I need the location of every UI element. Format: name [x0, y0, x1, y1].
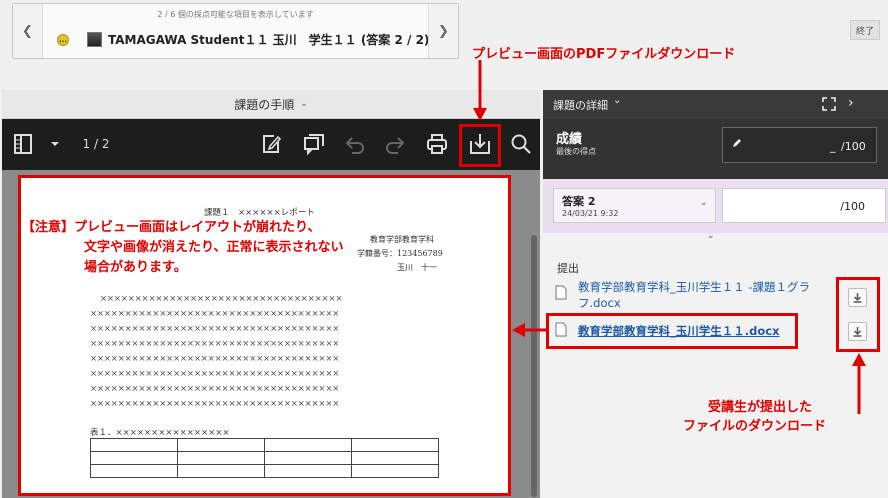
file-name-line-1: 教育学部教育学科_玉川学生１１ -課題１グラ	[578, 280, 811, 294]
student-name: TAMAGAWA Student１１ 玉川 学生１１ (答案 2 / 2)	[108, 33, 430, 47]
chevron-left-icon[interactable]: ❮	[13, 4, 43, 58]
grade-value: _	[830, 140, 836, 153]
chevron-right-icon[interactable]: ›	[848, 95, 854, 111]
pencil-icon	[731, 137, 743, 152]
attempt-date: 24/03/21 9:32	[562, 209, 619, 218]
file-highlight	[546, 313, 798, 349]
student-download-line-1: 受講生が提出した	[708, 400, 813, 415]
details-title[interactable]: 課題の詳細	[553, 97, 608, 113]
pdf-download-annotation: プレビュー画面のPDFファイルダウンロード	[472, 47, 736, 62]
grade-section: 成績 最後の得点 _ /100	[543, 119, 888, 179]
download-buttons-highlight	[836, 277, 880, 352]
attempt-grade-input[interactable]: /100	[722, 188, 886, 223]
chevron-down-icon[interactable]: ⌄	[707, 231, 715, 241]
instructions-header[interactable]: 課題の手順 ⌄	[2, 90, 540, 119]
preview-warning-note: 【注意】プレビュー画面はレイアウトが崩れたり、 文字や画像が消えたり、正常に表示…	[22, 218, 343, 278]
submission-label: 提出	[557, 262, 579, 275]
student-download-line-2: ファイルのダウンロード	[683, 419, 827, 434]
instructions-title: 課題の手順	[234, 97, 295, 112]
details-header: 課題の詳細 ⌄ ›	[543, 90, 888, 119]
end-button[interactable]: 終了	[850, 20, 880, 40]
caret-down-icon[interactable]	[40, 129, 70, 159]
expand-icon[interactable]	[821, 96, 837, 115]
grade-subtitle: 最後の得点	[556, 147, 596, 156]
chevron-down-icon: ⌄	[700, 198, 708, 208]
submission-file-link-1[interactable]: 教育学部教育学科_玉川学生１１ -課題１グラ フ.docx	[578, 279, 828, 311]
print-icon[interactable]	[422, 129, 452, 159]
attempt-select[interactable]: 答案 2 24/03/21 9:32 ⌄	[553, 188, 716, 223]
arrow-down-icon	[473, 60, 487, 121]
comment-icon[interactable]	[299, 129, 329, 159]
sidebar-toggle-icon[interactable]	[8, 129, 38, 159]
grade-input[interactable]: _ /100	[722, 127, 877, 163]
items-count-text: 2 / 6 個の採点可能な項目を表示しています	[157, 10, 314, 19]
chevron-right-icon[interactable]: ❯	[428, 4, 458, 58]
redo-icon[interactable]	[380, 129, 410, 159]
attempt-section: 答案 2 24/03/21 9:32 ⌄ /100	[543, 179, 888, 233]
note-line-2: 文字や画像が消えたり、正常に表示されない	[84, 240, 344, 255]
student-selector[interactable]: … TAMAGAWA Student１１ 玉川 学生１１ (答案 2 / 2)	[57, 31, 429, 48]
grade-title: 成績	[556, 132, 583, 147]
avatar	[87, 32, 102, 47]
search-icon[interactable]	[506, 129, 536, 159]
undo-icon[interactable]	[340, 129, 370, 159]
file-name-line-2: フ.docx	[578, 296, 621, 310]
chevron-down-icon: ⌄	[300, 99, 308, 109]
scrollbar[interactable]	[531, 235, 537, 497]
note-line-1: 【注意】プレビュー画面はレイアウトが崩れたり、	[22, 220, 321, 235]
grading-navigator: ❮ 2 / 6 個の採点可能な項目を表示しています … TAMAGAWA Stu…	[12, 3, 459, 59]
grade-max: /100	[841, 140, 866, 153]
arrow-left-icon	[512, 323, 547, 337]
chevron-down-icon[interactable]: ⌄	[613, 95, 621, 106]
file-icon	[555, 285, 567, 303]
in-progress-status-icon: …	[57, 33, 69, 46]
arrow-up-icon	[852, 353, 866, 414]
student-download-annotation: 受講生が提出した ファイルのダウンロード	[683, 398, 826, 436]
attempt-grade-max: /100	[840, 200, 865, 213]
annotate-pen-icon[interactable]	[256, 129, 286, 159]
page-indicator: 1 / 2	[82, 137, 110, 151]
attempt-label: 答案 2	[562, 195, 596, 208]
download-highlight	[459, 124, 501, 167]
note-line-3: 場合があります。	[84, 260, 187, 275]
